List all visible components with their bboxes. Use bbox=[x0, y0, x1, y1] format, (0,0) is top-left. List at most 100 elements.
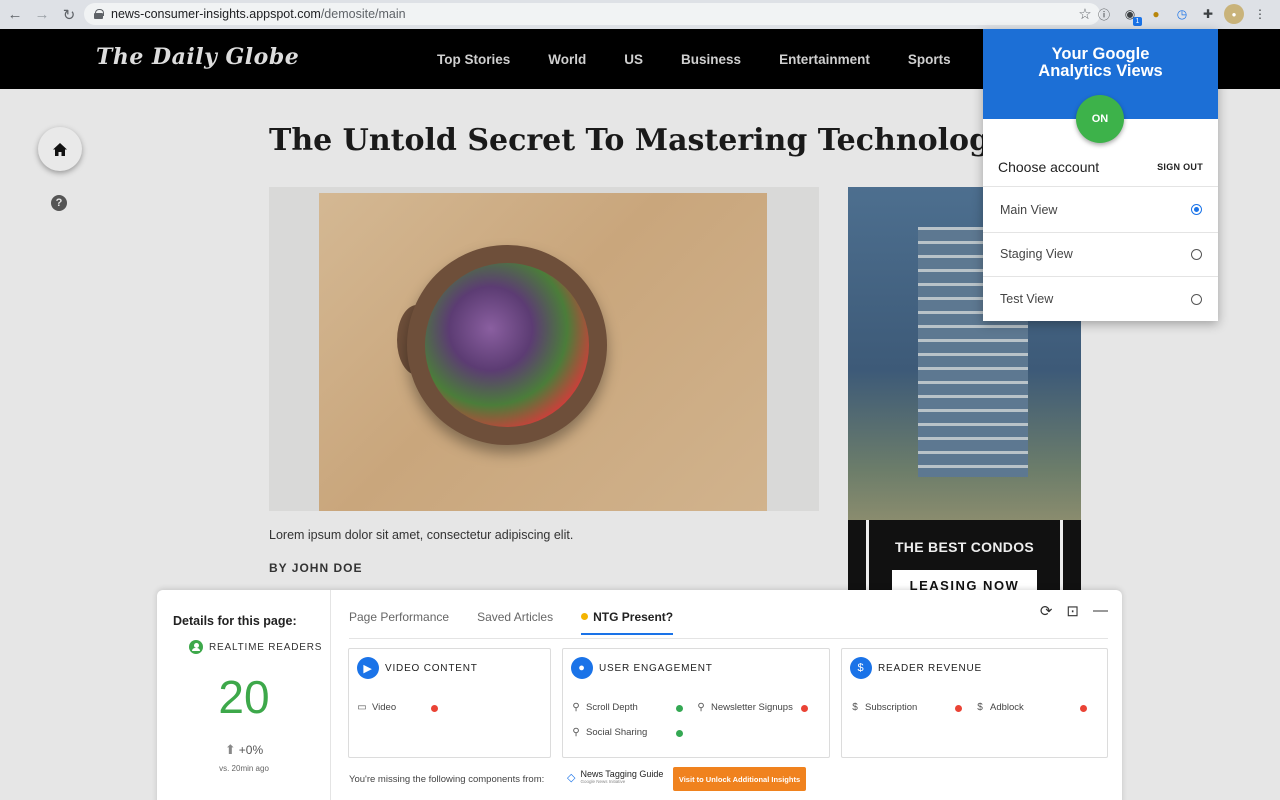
view-label: Main View bbox=[1000, 202, 1058, 217]
card-title: VIDEO CONTENT bbox=[385, 662, 478, 674]
metric-subscription: $ Subscription bbox=[850, 702, 917, 713]
forward-icon[interactable]: → bbox=[30, 3, 54, 27]
tab-divider bbox=[349, 638, 1108, 639]
user-engagement-card: ● USER ENGAGEMENT ⚲ Scroll Depth ⚲ Newsl… bbox=[562, 648, 830, 758]
video-camera-icon: ▶ bbox=[357, 657, 379, 679]
dollar-small-icon: $ bbox=[852, 702, 858, 713]
popup-title-line1: Your Google bbox=[1051, 45, 1150, 63]
choose-account-label: Choose account bbox=[998, 158, 1100, 175]
card-title: USER ENGAGEMENT bbox=[599, 662, 713, 674]
sign-out-button[interactable]: SIGN OUT bbox=[1157, 162, 1203, 172]
realtime-readers-label: REALTIME READERS bbox=[189, 640, 322, 654]
card-title: READER REVENUE bbox=[878, 662, 982, 674]
view-option-test[interactable]: Test View bbox=[983, 277, 1218, 322]
metric-label: Video bbox=[372, 702, 397, 713]
news-tagging-guide-logo[interactable]: ◇ News Tagging Guide Google News Initiat… bbox=[567, 770, 663, 785]
realtime-readers-text: REALTIME READERS bbox=[209, 641, 323, 653]
realtime-readers-count: 20 bbox=[218, 671, 270, 723]
radio-unselected[interactable] bbox=[1191, 248, 1202, 260]
puzzle-icon[interactable]: ✚ bbox=[1198, 4, 1218, 24]
video-content-card: ▶ VIDEO CONTENT ▭ Video bbox=[348, 648, 551, 758]
status-dot-green bbox=[676, 705, 683, 712]
warning-dot-icon bbox=[581, 613, 589, 620]
person-icon: ⚲ bbox=[572, 702, 580, 713]
status-dot-red bbox=[955, 705, 962, 712]
analytics-extension-icon[interactable]: ◉ bbox=[1120, 4, 1142, 26]
tab-page-performance[interactable]: Page Performance bbox=[349, 610, 449, 635]
home-icon bbox=[53, 142, 67, 156]
profile-avatar[interactable]: ● bbox=[1224, 4, 1244, 24]
minimize-icon[interactable]: — bbox=[1093, 602, 1108, 620]
view-option-main[interactable]: Main View bbox=[983, 188, 1218, 233]
home-button[interactable] bbox=[38, 127, 82, 171]
panel-toolbar: ⟳ ⊡ — bbox=[1040, 602, 1108, 620]
nav-business[interactable]: Business bbox=[662, 52, 760, 67]
nav-us[interactable]: US bbox=[605, 52, 662, 67]
on-toggle-button[interactable]: ON bbox=[1076, 95, 1124, 143]
person-icon: ⚲ bbox=[697, 702, 705, 713]
refresh-icon[interactable]: ⟳ bbox=[1040, 602, 1053, 620]
media-extension-icon[interactable]: ● bbox=[1146, 4, 1166, 24]
realtime-summary: Details for this page: REALTIME READERS … bbox=[157, 590, 331, 800]
tab-saved-articles[interactable]: Saved Articles bbox=[477, 610, 553, 635]
dollar-small-icon: $ bbox=[977, 702, 983, 713]
ad-headline: THE BEST CONDOS bbox=[894, 539, 1035, 555]
bookmark-icon[interactable]: ⊡ bbox=[1066, 602, 1079, 620]
radio-selected[interactable] bbox=[1191, 204, 1202, 216]
card-header: ▶ VIDEO CONTENT bbox=[357, 657, 478, 679]
panel-tabs: Page Performance Saved Articles NTG Pres… bbox=[349, 610, 674, 635]
view-list: Main View Staging View Test View bbox=[983, 188, 1218, 322]
view-option-staging[interactable]: Staging View bbox=[983, 233, 1218, 277]
status-dot-green bbox=[676, 730, 683, 737]
info-icon[interactable]: ⓘ bbox=[1094, 4, 1114, 24]
arrow-up-icon: ⬆ bbox=[224, 742, 236, 757]
card-header: $ READER REVENUE bbox=[850, 657, 982, 679]
user-icon: ● bbox=[571, 657, 593, 679]
help-icon[interactable]: ? bbox=[51, 195, 67, 211]
address-bar[interactable]: news-consumer-insights.appspot.com/demos… bbox=[84, 3, 1100, 25]
metric-label: Newsletter Signups bbox=[711, 702, 793, 713]
dollar-icon: $ bbox=[850, 657, 872, 679]
clock-extension-icon[interactable]: ◷ bbox=[1172, 4, 1192, 24]
metric-adblock: $ Adblock bbox=[975, 702, 1024, 713]
salad-bowl-image bbox=[407, 245, 607, 445]
ntg-title: News Tagging Guide bbox=[580, 769, 664, 779]
tab-ntg-present[interactable]: NTG Present? bbox=[581, 610, 674, 635]
tab-ntg-label: NTG Present? bbox=[593, 610, 674, 624]
card-header: ● USER ENGAGEMENT bbox=[571, 657, 713, 679]
user-icon bbox=[189, 640, 203, 654]
nav-top-stories[interactable]: Top Stories bbox=[418, 52, 529, 67]
article-caption: Lorem ipsum dolor sit amet, consectetur … bbox=[269, 528, 574, 542]
reload-icon[interactable]: ↻ bbox=[57, 3, 81, 27]
url-path: /demosite/main bbox=[320, 7, 406, 21]
details-title: Details for this page: bbox=[173, 614, 297, 628]
article-byline: BY JOHN DOE bbox=[269, 561, 363, 575]
delta-value: +0% bbox=[238, 743, 264, 757]
browser-toolbar: ← → ↻ news-consumer-insights.appspot.com… bbox=[0, 0, 1280, 29]
metric-video: ▭ Video bbox=[357, 702, 396, 713]
nav-entertainment[interactable]: Entertainment bbox=[760, 52, 889, 67]
url-host: news-consumer-insights.appspot.com bbox=[111, 7, 321, 21]
realtime-delta: ⬆ +0% bbox=[157, 742, 331, 758]
radio-unselected[interactable] bbox=[1191, 293, 1202, 305]
site-logo[interactable]: The Daily Globe bbox=[96, 44, 299, 70]
comparison-period: vs. 20min ago bbox=[219, 764, 269, 773]
metric-label: Subscription bbox=[865, 702, 918, 713]
nav-sports[interactable]: Sports bbox=[889, 52, 970, 67]
metric-label: Adblock bbox=[990, 702, 1024, 713]
insights-panel: Details for this page: REALTIME READERS … bbox=[157, 590, 1122, 800]
status-dot-red bbox=[801, 705, 808, 712]
back-icon[interactable]: ← bbox=[3, 3, 27, 27]
extension-bar: ⓘ ◉ ● ◷ ✚ ● ⋮ bbox=[1094, 4, 1270, 26]
missing-components-text: You're missing the following components … bbox=[349, 774, 545, 785]
menu-icon[interactable]: ⋮ bbox=[1250, 4, 1270, 24]
unlock-insights-button[interactable]: Visit to Unlock Additional Insights bbox=[673, 767, 806, 791]
metric-label: Scroll Depth bbox=[586, 702, 638, 713]
video-icon: ▭ bbox=[357, 702, 367, 713]
metric-social-sharing: ⚲ Social Sharing bbox=[571, 727, 647, 738]
nav-world[interactable]: World bbox=[529, 52, 605, 67]
analytics-views-popup: Your Google Analytics Views ON Choose ac… bbox=[983, 29, 1218, 321]
person-icon: ⚲ bbox=[572, 727, 580, 738]
metric-label: Social Sharing bbox=[586, 727, 648, 738]
popup-title-line2: Analytics Views bbox=[1038, 62, 1163, 80]
